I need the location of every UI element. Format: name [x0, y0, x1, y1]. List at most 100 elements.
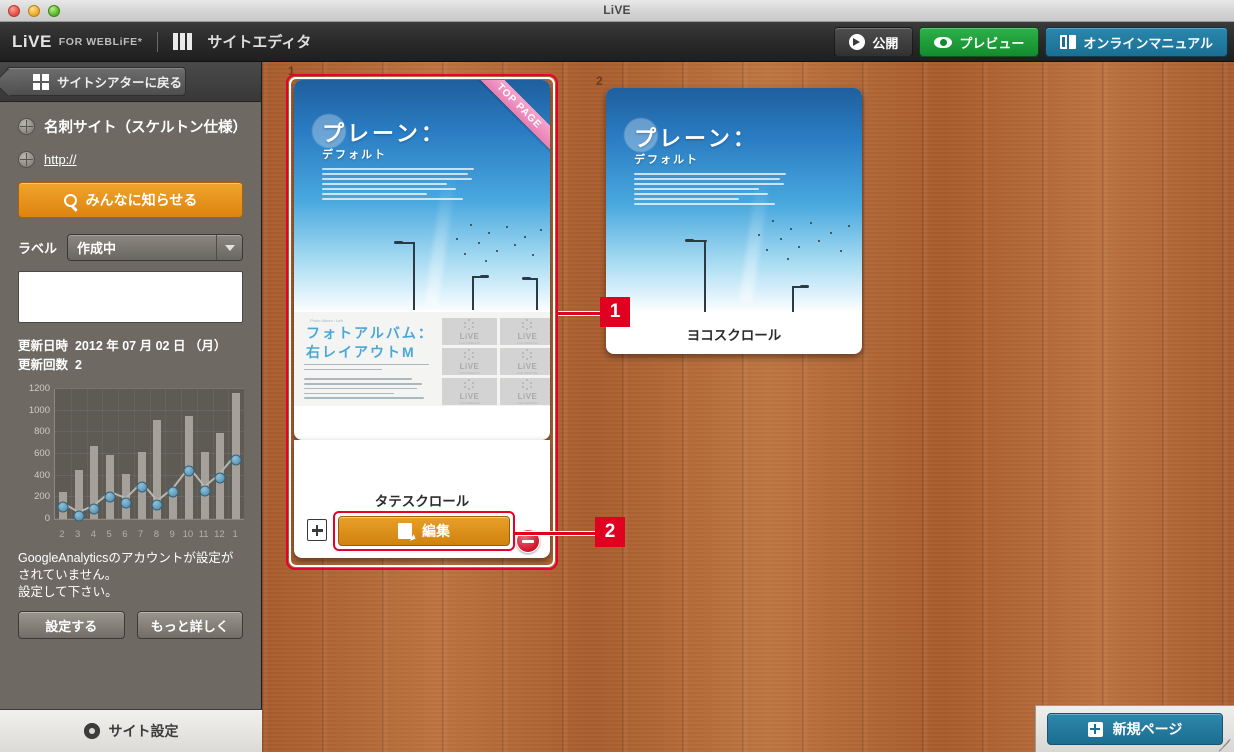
search-icon	[63, 193, 77, 207]
chart-vgridline	[133, 389, 135, 519]
online-manual-button[interactable]: オンラインマニュアル	[1045, 27, 1228, 57]
page-1-thumb-subtitle: デフォルト	[322, 149, 387, 161]
chart-vgridline	[70, 389, 72, 519]
site-settings-button[interactable]: サイト設定	[0, 709, 262, 752]
online-manual-button-label: オンラインマニュアル	[1083, 35, 1213, 51]
preview-button[interactable]: プレビュー	[919, 27, 1040, 57]
label-select-value: 作成中	[77, 241, 117, 256]
site-settings-label: サイト設定	[108, 723, 179, 739]
chart-x-tick: 10	[182, 529, 194, 540]
new-page-button[interactable]: 新規ページ	[1047, 713, 1223, 745]
new-page-bar: 新規ページ	[1035, 705, 1234, 752]
chart-y-tick: 1200	[28, 383, 50, 394]
chart-y-tick: 0	[44, 513, 50, 524]
add-page-icon[interactable]	[307, 519, 327, 541]
gear-icon	[83, 723, 100, 739]
page-2-thumbnail: プレーン： デフォルト	[606, 88, 862, 312]
plus-icon	[1087, 721, 1103, 737]
preview-button-label: プレビュー	[959, 35, 1025, 51]
site-title: 名刺サイト（スケルトン仕様）	[44, 120, 247, 136]
site-title-row: 名刺サイト（スケルトン仕様）	[18, 116, 247, 137]
photo-placeholder-grid: LiVE FOR WEBLiFE* LiVE FOR WEBLiFE* LiVE FO…	[442, 318, 550, 405]
new-page-button-label: 新規ページ	[1112, 721, 1183, 737]
chart-vgridline	[118, 389, 119, 519]
share-button[interactable]: みんなに知らせる	[18, 182, 243, 218]
site-url-link[interactable]: http://	[44, 152, 77, 167]
ga-configure-button[interactable]: 設定する	[18, 611, 125, 639]
annotation-marker-2: 2	[595, 517, 625, 547]
chart-plot-area	[54, 388, 244, 522]
annotation-marker-1: 1	[600, 297, 630, 327]
page-1-thumbnail-top: プレーン： デフォルト TOP PAGE	[294, 80, 550, 312]
chart-x-tick: 6	[122, 529, 128, 540]
chart-x-tick: 9	[169, 529, 175, 540]
window-title: LiVE	[603, 3, 631, 17]
book-icon	[1060, 35, 1077, 49]
chart-x-tick: 5	[106, 529, 112, 540]
photo-placeholder: LiVE FOR WEBLiFE*	[500, 348, 550, 375]
chart-vgridline	[165, 389, 167, 519]
top-page-ribbon: TOP PAGE	[474, 80, 550, 156]
count-value: 2	[74, 358, 82, 372]
header-actions: 公開 プレビュー オンラインマニュアル	[834, 27, 1228, 57]
chart-vgridline	[181, 389, 182, 519]
chart-x-tick: 11	[198, 529, 209, 540]
brand: LiVE FOR WEBLiFE* サイトエディタ	[12, 31, 311, 52]
sidebar-body: 名刺サイト（スケルトン仕様） http:// みんなに知らせる ラベル 作成中 …	[0, 102, 261, 639]
label-select[interactable]: 作成中	[67, 234, 243, 261]
chart-vgridline	[86, 389, 88, 519]
memo-textarea[interactable]	[18, 271, 243, 323]
lower-title-line1: フォトアルバム：	[306, 325, 434, 341]
back-to-site-theater-button[interactable]: サイトシアターに戻る	[6, 67, 186, 96]
globe-icon	[18, 151, 35, 168]
edit-button[interactable]: 編集	[338, 516, 510, 546]
chart-y-tick: 200	[34, 491, 50, 503]
chart-data-point	[199, 485, 211, 497]
label-row: ラベル 作成中	[18, 234, 243, 261]
photo-placeholder: LiVE FOR WEBLiFE*	[442, 348, 497, 375]
edit-button-label: 編集	[422, 523, 450, 539]
photo-placeholder: LiVE FOR WEBLiFE*	[500, 318, 550, 345]
grid-icon	[33, 73, 49, 90]
chart-y-tick: 400	[34, 469, 50, 481]
chart-data-point	[57, 501, 69, 513]
photo-placeholder: LiVE FOR WEBLiFE*	[442, 378, 497, 405]
thumb-body-text	[634, 173, 786, 208]
page-1-caption: タテスクロール	[374, 494, 470, 509]
brand-logo-text: LiVE	[12, 31, 52, 51]
chart-vgridline	[228, 389, 230, 519]
count-label: 更新回数	[18, 358, 69, 372]
chart-data-point	[151, 499, 163, 511]
chart-x-tick: 12	[214, 529, 225, 540]
chart-y-tick: 800	[34, 426, 50, 438]
chart-y-tick: 1000	[28, 404, 50, 416]
ga-configure-label: 設定する	[45, 618, 98, 634]
resize-grip[interactable]	[1217, 735, 1231, 752]
site-icon	[18, 118, 35, 135]
top-page-ribbon-label: TOP PAGE	[474, 80, 550, 152]
chart-data-point	[167, 486, 179, 498]
eye-icon	[934, 36, 953, 48]
chart-x-tick: 1	[232, 529, 238, 540]
edit-icon	[398, 523, 412, 539]
page-card-2[interactable]: プレーン： デフォルト ヨコスクロール	[606, 88, 862, 354]
ga-buttons: 設定する もっと詳しく	[18, 611, 243, 639]
page-card-1[interactable]: プレーン： デフォルト TOP PAGE Photo Album: Left …	[294, 80, 550, 440]
window-titlebar: LiVE	[0, 0, 1234, 22]
site-editor-icon	[173, 33, 193, 50]
lower-body-text	[304, 364, 429, 402]
chart-data-point	[73, 510, 85, 522]
publish-icon	[849, 34, 866, 50]
page-1-number: 1	[288, 64, 295, 78]
brand-divider	[157, 31, 159, 52]
app-header: LiVE FOR WEBLiFE* サイトエディタ 公開 プレビュー オンライン…	[0, 22, 1234, 62]
page-canvas: 1 プレーン： デフォルト TOP PAGE Photo Album: Lef…	[262, 62, 1234, 752]
updated-label: 更新日時	[18, 339, 69, 353]
back-button-label: サイトシアターに戻る	[57, 76, 183, 90]
chart-x-tick: 8	[153, 529, 160, 540]
updated-value: 2012 年 07 月 02 日 （月）	[74, 339, 227, 353]
chart-vgridline	[149, 389, 151, 519]
ga-more-info-button[interactable]: もっと詳しく	[136, 611, 243, 639]
page-1-thumbnail-bottom: Photo Album : Left フォトアルバム： 右レイアウトM LiVE…	[294, 312, 550, 406]
publish-button[interactable]: 公開	[834, 27, 914, 57]
